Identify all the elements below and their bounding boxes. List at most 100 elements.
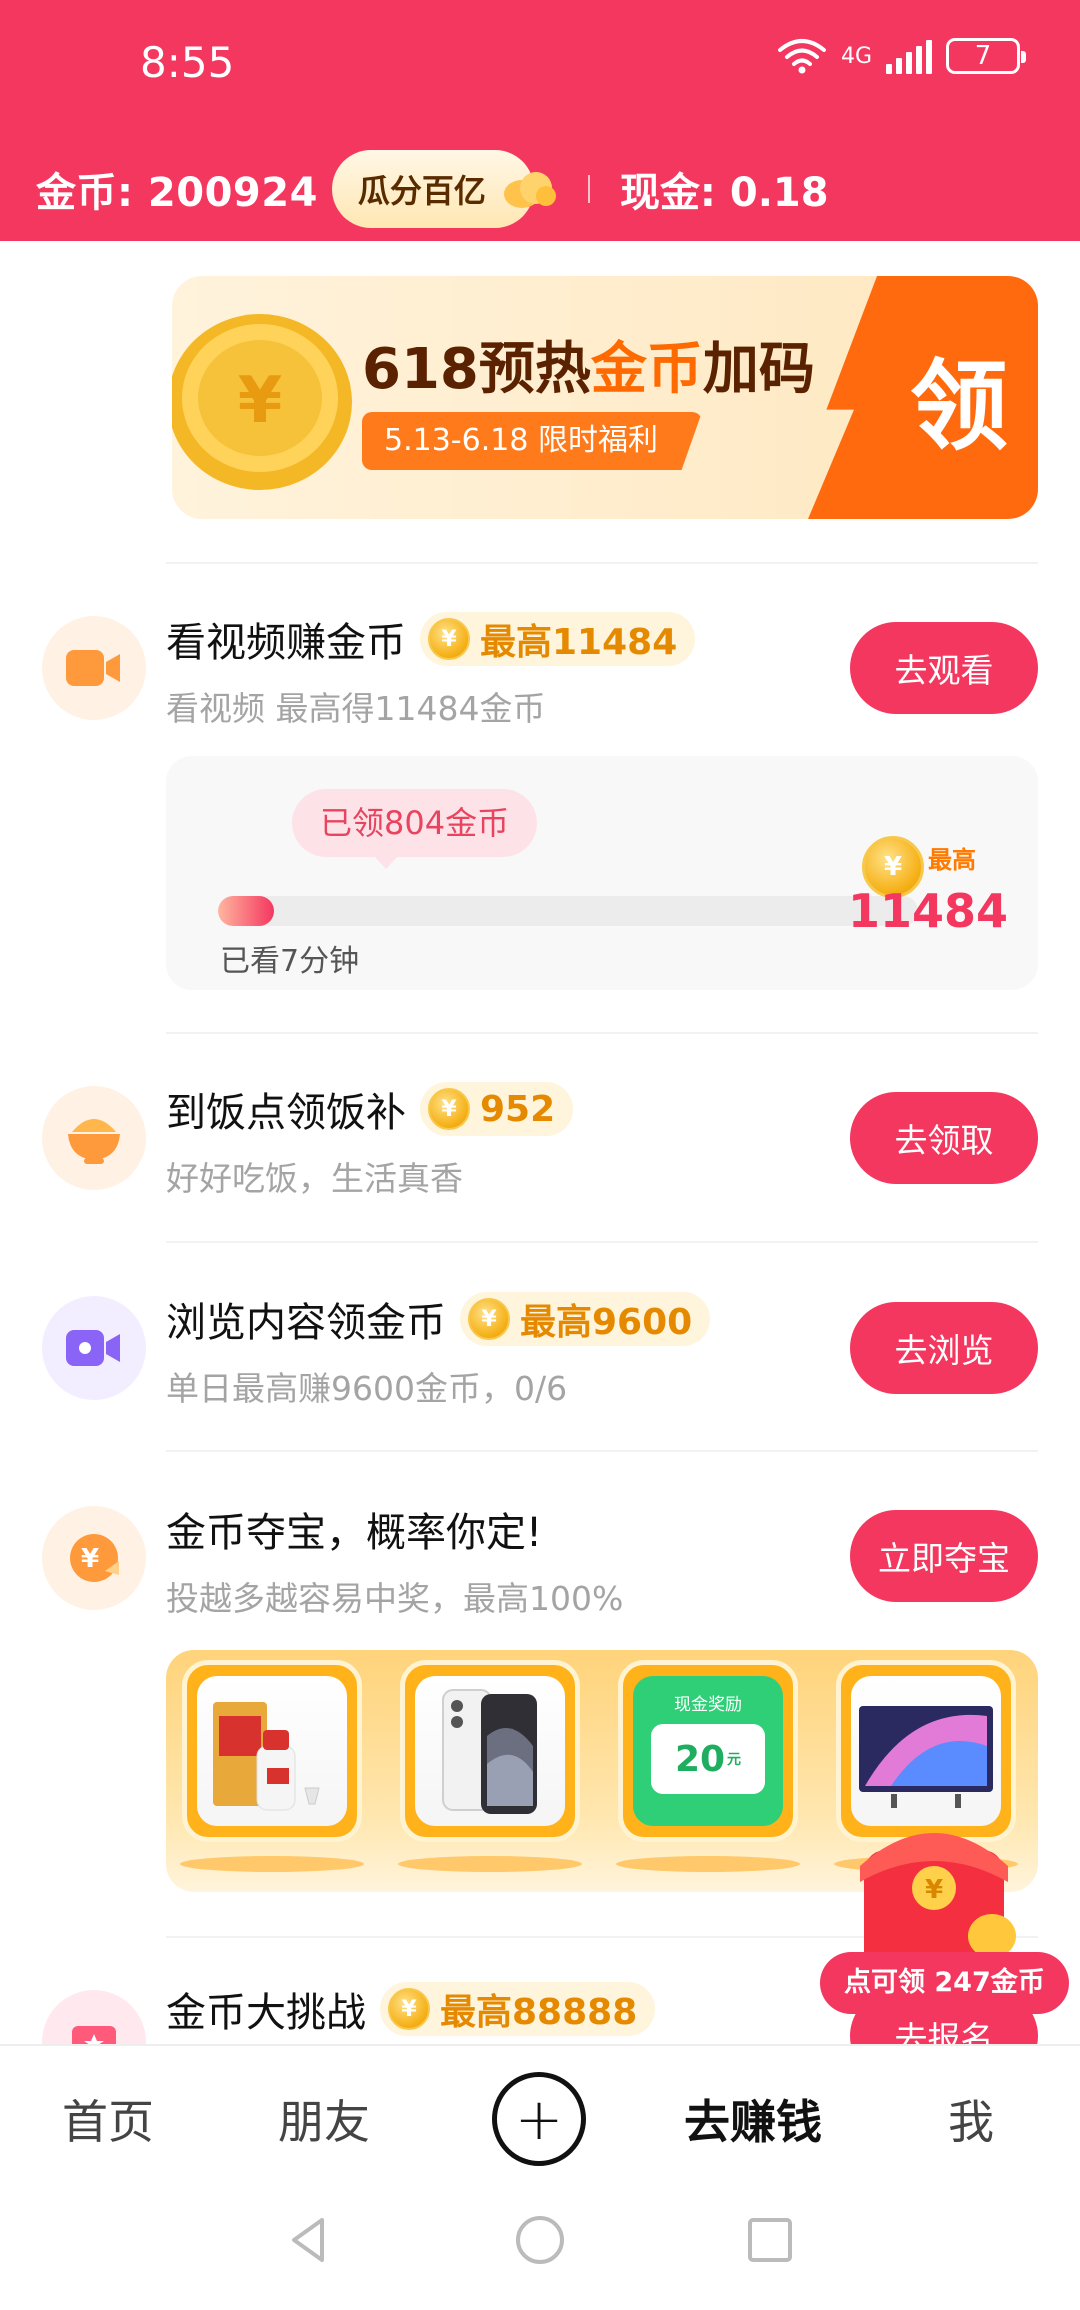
- bottom-nav: 首页 朋友 + 去赚钱 我: [0, 2044, 1080, 2190]
- plus-icon: +: [514, 2085, 564, 2153]
- banner-subtitle: 5.13-6.18 限时福利: [362, 412, 702, 470]
- banner-title: 618预热金币加码: [362, 324, 815, 405]
- split-billions-label: 瓜分百亿: [357, 172, 486, 210]
- banner-title-b: 金币: [590, 337, 703, 402]
- banner-claim-label: 领: [909, 349, 1008, 464]
- treasure-task-icon: ¥: [42, 1506, 146, 1610]
- header-divider: [587, 175, 590, 203]
- signal-icon: [886, 38, 932, 74]
- task-title-meal: 到饭点领饭补 ¥ 952: [166, 1080, 574, 1138]
- back-icon[interactable]: [282, 2212, 338, 2268]
- network-label: 4G: [840, 43, 872, 69]
- cash-reward-icon: 现金奖励 20 元: [633, 1676, 783, 1826]
- video-camera-icon: [66, 1330, 120, 1366]
- task-sub-meal: 好好吃饭，生活真香: [166, 1159, 463, 1198]
- status-time: 8:55: [140, 38, 235, 87]
- browse-task-icon: [42, 1296, 146, 1400]
- progress-track: [218, 896, 918, 926]
- home-circle-icon[interactable]: [512, 2212, 568, 2268]
- cash-reward-amount: 20: [674, 1738, 726, 1780]
- watch-button[interactable]: 去观看: [850, 622, 1038, 714]
- reward-badge-challenge: ¥ 最高88888: [380, 1982, 656, 2036]
- split-billions-pill[interactable]: 瓜分百亿: [331, 150, 556, 228]
- nav-earn[interactable]: 去赚钱: [684, 2086, 822, 2152]
- divider: [166, 1450, 1038, 1452]
- coin-icon: ¥: [428, 1088, 470, 1130]
- prize-card-liquor[interactable]: [182, 1660, 362, 1842]
- task-title-challenge: 金币大挑战 ¥ 最高88888: [166, 1980, 656, 2038]
- banner-claim-button[interactable]: 领: [808, 276, 1038, 519]
- nav-me[interactable]: 我: [948, 2086, 994, 2152]
- prize-card-cash[interactable]: 现金奖励 20 元: [618, 1660, 798, 1842]
- max-label: 最高: [928, 846, 976, 874]
- coin-swap-icon: ¥: [70, 1534, 119, 1582]
- claimed-bubble: 已领804金币: [292, 789, 538, 869]
- prize-pedestal: [180, 1856, 364, 1872]
- task-sub-treasure: 投越多越容易中奖，最高100%: [166, 1579, 624, 1618]
- recents-square-icon[interactable]: [742, 2212, 798, 2268]
- reward-meal-text: 952: [480, 1088, 556, 1130]
- cash-balance[interactable]: 现金: 0.18: [620, 160, 829, 218]
- prize-pedestal: [616, 1856, 800, 1872]
- top-header: 8:55 4G 7 金币: 200924 瓜分百亿 现金: 0.18: [0, 0, 1080, 241]
- watch-progress-card: 已领804金币 已看7分钟 ¥ 最高 11484: [166, 756, 1038, 990]
- cash-reward-label: 现金奖励: [674, 1695, 742, 1715]
- divider: [166, 1241, 1038, 1243]
- task-sub-browse: 单日最高赚9600金币，0/6: [166, 1369, 568, 1408]
- banner-title-c: 加码: [702, 337, 815, 402]
- smartphone-icon: [415, 1676, 565, 1826]
- prize-card-phone[interactable]: [400, 1660, 580, 1842]
- svg-text:¥: ¥: [925, 1875, 943, 1905]
- banner-title-a: 618预热: [362, 337, 591, 402]
- task-title-treasure-text: 金币夺宝，概率你定!: [166, 1510, 543, 1556]
- browse-button[interactable]: 去浏览: [850, 1302, 1038, 1394]
- task-title-browse: 浏览内容领金币 ¥ 最高9600: [166, 1290, 711, 1348]
- svg-text:¥: ¥: [81, 1544, 99, 1574]
- task-sub-video: 看视频 最高得11484金币: [166, 689, 546, 728]
- cash-reward-unit: 元: [727, 1752, 742, 1768]
- coin-icon: ¥: [428, 618, 470, 660]
- balance-row: 金币: 200924 瓜分百亿 现金: 0.18: [36, 150, 829, 228]
- video-task-icon: [42, 616, 146, 720]
- television-icon: [851, 1676, 1001, 1826]
- reward-browse-text: 最高9600: [520, 1302, 693, 1343]
- watched-time: 已看7分钟: [220, 944, 360, 979]
- progress-fill: [218, 896, 274, 926]
- divider: [166, 1032, 1038, 1034]
- divider: [166, 562, 1038, 564]
- max-value: 11484: [847, 884, 1008, 938]
- reward-badge-video: ¥ 最高11484: [420, 612, 696, 666]
- floating-reward-label[interactable]: 点可领 247金币: [820, 1952, 1069, 2014]
- promo-banner[interactable]: ¥ 618预热金币加码 5.13-6.18 限时福利 领: [172, 276, 1038, 519]
- task-title-meal-text: 到饭点领饭补: [166, 1090, 406, 1136]
- nav-home[interactable]: 首页: [62, 2086, 154, 2152]
- liquor-gift-box-icon: [197, 1676, 347, 1826]
- big-coin-icon: ¥: [172, 314, 352, 490]
- grab-treasure-button[interactable]: 立即夺宝: [850, 1510, 1038, 1602]
- reward-badge-browse: ¥ 最高9600: [460, 1292, 711, 1346]
- claim-meal-button[interactable]: 去领取: [850, 1092, 1038, 1184]
- battery-icon: 7: [946, 38, 1026, 74]
- coin-icon: ¥: [468, 1298, 510, 1340]
- meal-task-icon: [42, 1086, 146, 1190]
- reward-badge-meal: ¥ 952: [420, 1082, 574, 1136]
- task-title-video-text: 看视频赚金币: [166, 620, 406, 666]
- video-camera-icon: [66, 650, 120, 686]
- cloud-icon: [503, 172, 556, 208]
- status-icons: 4G 7: [777, 38, 1026, 74]
- task-title-treasure: 金币夺宝，概率你定!: [166, 1500, 542, 1558]
- coin-icon: ¥: [388, 1988, 430, 2030]
- task-title-challenge-text: 金币大挑战: [166, 1990, 366, 2036]
- svg-text:¥: ¥: [238, 364, 283, 438]
- task-title-video: 看视频赚金币 ¥ 最高11484: [166, 610, 696, 668]
- wifi-icon: [777, 39, 826, 74]
- reward-challenge-text: 最高88888: [440, 1992, 638, 2033]
- system-nav-bar: [0, 2190, 1080, 2310]
- max-reward-badge: ¥ 最高 11484: [848, 836, 1008, 946]
- nav-plus-button[interactable]: +: [492, 2072, 586, 2166]
- cash-reward-card: 20 元: [651, 1724, 765, 1794]
- coin-balance[interactable]: 金币: 200924: [36, 160, 318, 218]
- nav-friends[interactable]: 朋友: [278, 2086, 370, 2152]
- battery-level: 7: [974, 41, 992, 71]
- task-title-browse-text: 浏览内容领金币: [166, 1300, 446, 1346]
